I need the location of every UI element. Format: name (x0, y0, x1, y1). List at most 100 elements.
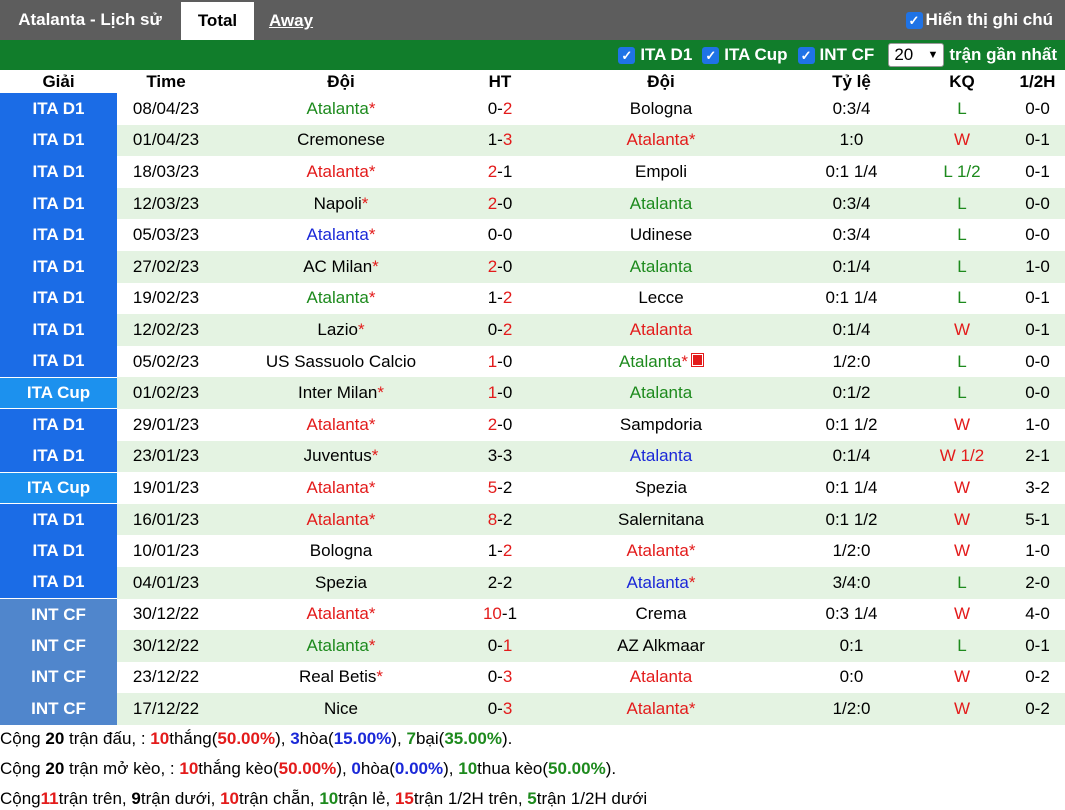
result-cell: W 1/2 (914, 440, 1010, 473)
away-team-cell[interactable]: Sampdoria (533, 408, 789, 441)
home-team-cell[interactable]: Spezia (215, 566, 467, 599)
score-cell[interactable]: 10-1 (467, 598, 533, 631)
score-cell[interactable]: 2-2 (467, 566, 533, 599)
tab-total[interactable]: Total (181, 2, 254, 40)
home-team-cell[interactable]: Nice (215, 693, 467, 725)
away-team-cell[interactable]: Atalanta (533, 661, 789, 694)
league-cell[interactable]: ITA D1 (0, 250, 117, 283)
away-team-cell[interactable]: Atalanta* (533, 566, 789, 599)
score-cell[interactable]: 1-0 (467, 345, 533, 378)
away-team-cell[interactable]: Atalanta (533, 314, 789, 346)
league-cell[interactable]: INT CF (0, 598, 117, 631)
away-team-cell[interactable]: Atalanta* (533, 124, 789, 157)
score-cell[interactable]: 1-2 (467, 282, 533, 315)
away-team-cell[interactable]: Spezia (533, 472, 789, 504)
score-cell[interactable]: 2-1 (467, 156, 533, 188)
away-team-cell[interactable]: Lecce (533, 282, 789, 315)
result-cell: L (914, 282, 1010, 315)
show-notes-toggle[interactable]: ✓ Hiển thị ghi chú (905, 0, 1053, 40)
league-cell[interactable]: ITA D1 (0, 156, 117, 188)
filter-int-cf-checkbox[interactable]: ✓ (797, 46, 815, 64)
filter-ita-cup-checkbox[interactable]: ✓ (702, 46, 720, 64)
away-team-cell[interactable]: Atalanta* (533, 693, 789, 725)
home-team-cell[interactable]: Napoli* (215, 187, 467, 220)
filter-int-cf-label: INT CF (819, 45, 875, 64)
filter-ita-d1-checkbox[interactable]: ✓ (618, 46, 636, 64)
score-cell[interactable]: 1-2 (467, 535, 533, 567)
league-cell[interactable]: ITA D1 (0, 535, 117, 567)
table-row: ITA D1 29/01/23 Atalanta* 2-0 Sampdoria 0:1 1… (0, 408, 1065, 441)
away-team-cell[interactable]: Udinese (533, 219, 789, 251)
league-cell[interactable]: INT CF (0, 693, 117, 725)
home-team-cell[interactable]: Bologna (215, 535, 467, 567)
home-team-cell[interactable]: Atalanta* (215, 598, 467, 631)
match-count-select[interactable]: 20 ▼ (888, 43, 945, 67)
home-team-cell[interactable]: Inter Milan* (215, 377, 467, 409)
league-cell[interactable]: ITA D1 (0, 282, 117, 315)
away-team-cell[interactable]: Atalanta (533, 250, 789, 283)
summary-draws-pct: 15.00% (333, 729, 392, 748)
score-cell[interactable]: 0-3 (467, 661, 533, 694)
home-team-cell[interactable]: Atalanta* (215, 156, 467, 188)
score-cell[interactable]: 8-2 (467, 503, 533, 536)
home-team-cell[interactable]: Atalanta* (215, 93, 467, 125)
score-cell[interactable]: 5-2 (467, 472, 533, 504)
table-row: ITA D1 01/04/23 Cremonese 1-3 Atalanta* 1:0 W 0… (0, 124, 1065, 157)
league-cell[interactable]: ITA D1 (0, 345, 117, 378)
away-team-cell[interactable]: Atalanta* (533, 345, 789, 378)
away-team-cell[interactable]: Empoli (533, 156, 789, 188)
league-cell[interactable]: ITA D1 (0, 440, 117, 473)
league-cell[interactable]: INT CF (0, 630, 117, 662)
home-team-cell[interactable]: Atalanta* (215, 219, 467, 251)
home-team-cell[interactable]: Real Betis* (215, 661, 467, 694)
score-cell[interactable]: 2-0 (467, 187, 533, 220)
league-cell[interactable]: ITA D1 (0, 314, 117, 346)
away-team-cell[interactable]: Atalanta (533, 187, 789, 220)
away-team-cell[interactable]: Bologna (533, 93, 789, 125)
home-team-cell[interactable]: Atalanta* (215, 630, 467, 662)
away-team-cell[interactable]: AZ Alkmaar (533, 630, 789, 662)
home-team-name: Napoli (313, 193, 362, 213)
away-team-name: Atalanta (629, 667, 693, 687)
score-cell[interactable]: 2-0 (467, 250, 533, 283)
score-cell[interactable]: 1-3 (467, 124, 533, 157)
score-cell[interactable]: 0-2 (467, 93, 533, 125)
home-team-cell[interactable]: US Sassuolo Calcio (215, 345, 467, 378)
league-cell[interactable]: ITA Cup (0, 376, 117, 409)
league-cell[interactable]: ITA Cup (0, 471, 117, 504)
away-team-cell[interactable]: Atalanta* (533, 535, 789, 567)
score-cell[interactable]: 3-3 (467, 440, 533, 473)
table-row: ITA D1 08/04/23 Atalanta* 0-2 Bologna 0:3/4 L 0… (0, 93, 1065, 125)
home-team-cell[interactable]: Lazio* (215, 314, 467, 346)
odds-cell: 0:3 1/4 (789, 598, 914, 631)
score-cell[interactable]: 0-2 (467, 314, 533, 346)
score-cell[interactable]: 2-0 (467, 408, 533, 441)
away-team-cell[interactable]: Salernitana (533, 503, 789, 536)
league-cell[interactable]: ITA D1 (0, 93, 117, 125)
away-team-cell[interactable]: Crema (533, 598, 789, 631)
score-cell[interactable]: 0-3 (467, 693, 533, 725)
home-team-cell[interactable]: Atalanta* (215, 282, 467, 315)
league-cell[interactable]: INT CF (0, 661, 117, 694)
score-cell[interactable]: 1-0 (467, 377, 533, 409)
home-team-cell[interactable]: Atalanta* (215, 472, 467, 504)
home-team-cell[interactable]: Atalanta* (215, 503, 467, 536)
home-score: 1 (487, 383, 498, 403)
result-cell: W (914, 408, 1010, 441)
score-cell[interactable]: 0-1 (467, 630, 533, 662)
score-cell[interactable]: 0-0 (467, 219, 533, 251)
tab-away[interactable]: Away (254, 2, 328, 40)
away-team-cell[interactable]: Atalanta (533, 377, 789, 409)
league-cell[interactable]: ITA D1 (0, 187, 117, 220)
league-cell[interactable]: ITA D1 (0, 408, 117, 441)
home-team-cell[interactable]: AC Milan* (215, 250, 467, 283)
home-team-cell[interactable]: Juventus* (215, 440, 467, 473)
league-cell[interactable]: ITA D1 (0, 503, 117, 536)
home-team-cell[interactable]: Atalanta* (215, 408, 467, 441)
away-team-cell[interactable]: Atalanta (533, 440, 789, 473)
league-cell[interactable]: ITA D1 (0, 219, 117, 251)
home-team-cell[interactable]: Cremonese (215, 124, 467, 157)
checkbox-icon[interactable]: ✓ (905, 11, 923, 29)
league-cell[interactable]: ITA D1 (0, 124, 117, 157)
league-cell[interactable]: ITA D1 (0, 566, 117, 599)
